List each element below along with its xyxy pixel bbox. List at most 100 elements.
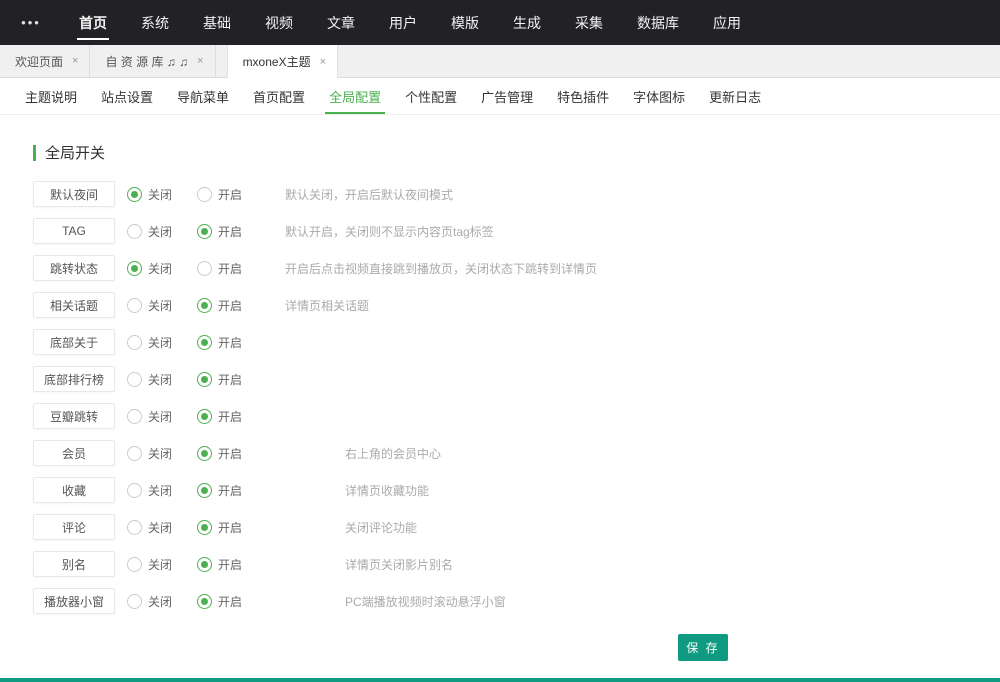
radio-on[interactable]: 开启 (197, 260, 255, 277)
radio-off[interactable]: 关闭 (127, 297, 185, 314)
radio-on-label: 开启 (218, 556, 242, 573)
radio-off[interactable]: 关闭 (127, 408, 185, 425)
radio-on[interactable]: 开启 (197, 186, 255, 203)
top-nav-item-9[interactable]: 数据库 (620, 0, 696, 45)
top-navbar: ••• 首页系统基础视频文章用户模版生成采集数据库应用 (0, 0, 1000, 45)
radio-off[interactable]: 关闭 (127, 260, 185, 277)
top-nav-item-7[interactable]: 生成 (496, 0, 558, 45)
more-menu-icon[interactable]: ••• (0, 0, 62, 45)
setting-label: 豆瓣跳转 (33, 403, 115, 429)
radio-off-circle (127, 594, 142, 609)
radio-off-label: 关闭 (148, 482, 172, 499)
setting-description: PC端播放视频时滚动悬浮小窗 (345, 593, 506, 610)
radio-on-circle (197, 335, 212, 350)
radio-off[interactable]: 关闭 (127, 371, 185, 388)
top-nav: 首页系统基础视频文章用户模版生成采集数据库应用 (62, 0, 758, 45)
radio-off-label: 关闭 (148, 556, 172, 573)
bottom-accent-bar (0, 678, 1000, 682)
setting-row: 豆瓣跳转 关闭 开启 (33, 403, 1000, 429)
radio-on-label: 开启 (218, 223, 242, 240)
radio-on-circle (197, 594, 212, 609)
radio-off-circle (127, 187, 142, 202)
top-nav-item-8[interactable]: 采集 (558, 0, 620, 45)
top-nav-item-0[interactable]: 首页 (62, 0, 124, 45)
subnav-item-1[interactable]: 站点设置 (89, 78, 165, 114)
radio-off-label: 关闭 (148, 223, 172, 240)
subnav-item-4[interactable]: 全局配置 (317, 78, 393, 114)
subnav-item-5[interactable]: 个性配置 (393, 78, 469, 114)
radio-off[interactable]: 关闭 (127, 223, 185, 240)
setting-row: 默认夜间 关闭 开启 默认关闭，开启后默认夜间模式 (33, 181, 1000, 207)
setting-description: 详情页关闭影片别名 (345, 556, 453, 573)
subnav-item-0[interactable]: 主题说明 (13, 78, 89, 114)
radio-off-label: 关闭 (148, 519, 172, 536)
section-accent-bar (33, 145, 36, 161)
radio-off[interactable]: 关闭 (127, 593, 185, 610)
theme-subnav: 主题说明站点设置导航菜单首页配置全局配置个性配置广告管理特色插件字体图标更新日志 (0, 78, 1000, 115)
radio-off[interactable]: 关闭 (127, 186, 185, 203)
radio-off[interactable]: 关闭 (127, 482, 185, 499)
radio-on[interactable]: 开启 (197, 408, 255, 425)
subnav-item-9[interactable]: 更新日志 (697, 78, 773, 114)
top-nav-item-1[interactable]: 系统 (124, 0, 186, 45)
radio-on-label: 开启 (218, 260, 242, 277)
setting-row: TAG关闭开启默认开启，关闭则不显示内容页tag标签 (33, 218, 1000, 244)
top-nav-item-3[interactable]: 视频 (248, 0, 310, 45)
section-header: 全局开关 (33, 142, 1000, 163)
setting-label: 会员 (33, 440, 115, 466)
top-nav-item-6[interactable]: 模版 (434, 0, 496, 45)
radio-on[interactable]: 开启 (197, 371, 255, 388)
subnav-item-6[interactable]: 广告管理 (469, 78, 545, 114)
radio-off-label: 关闭 (148, 408, 172, 425)
setting-description: 默认关闭，开启后默认夜间模式 (285, 186, 453, 203)
top-nav-item-4[interactable]: 文章 (310, 0, 372, 45)
radio-off[interactable]: 关闭 (127, 519, 185, 536)
setting-row: 相关话题关闭开启详情页相关话题 (33, 292, 1000, 318)
radio-on-circle (197, 520, 212, 535)
setting-description: 右上角的会员中心 (345, 445, 441, 462)
settings-rows: 默认夜间关闭开启默认关闭，开启后默认夜间模式TAG关闭开启默认开启，关闭则不显示… (33, 181, 1000, 614)
radio-off[interactable]: 关闭 (127, 556, 185, 573)
radio-on[interactable]: 开启 (197, 593, 255, 610)
top-nav-item-2[interactable]: 基础 (186, 0, 248, 45)
save-button[interactable]: 保 存 (678, 634, 728, 661)
close-tab-icon[interactable]: × (197, 55, 203, 67)
radio-on-circle (197, 372, 212, 387)
subnav-item-3[interactable]: 首页配置 (241, 78, 317, 114)
radio-on[interactable]: 开启 (197, 297, 255, 314)
radio-on-label: 开启 (218, 186, 242, 203)
top-nav-item-10[interactable]: 应用 (696, 0, 758, 45)
radio-on-circle (197, 224, 212, 239)
setting-description: 默认开启，关闭则不显示内容页tag标签 (285, 223, 494, 240)
radio-off-label: 关闭 (148, 186, 172, 203)
setting-row: 底部关于关闭开启 (33, 329, 1000, 355)
close-tab-icon[interactable]: × (320, 56, 326, 68)
radio-on-label: 开启 (218, 519, 242, 536)
setting-description: 关闭评论功能 (345, 519, 417, 536)
radio-on[interactable]: 开启 (197, 223, 255, 240)
top-nav-item-5[interactable]: 用户 (372, 0, 434, 45)
setting-label: 默认夜间 (33, 181, 115, 207)
subnav-item-7[interactable]: 特色插件 (545, 78, 621, 114)
radio-on[interactable]: 开启 (197, 519, 255, 536)
radio-on[interactable]: 开启 (197, 556, 255, 573)
radio-off-label: 关闭 (148, 260, 172, 277)
subnav-item-8[interactable]: 字体图标 (621, 78, 697, 114)
radio-on[interactable]: 开启 (197, 334, 255, 351)
section-title: 全局开关 (45, 142, 105, 163)
subnav-item-2[interactable]: 导航菜单 (165, 78, 241, 114)
close-tab-icon[interactable]: × (72, 55, 78, 67)
open-tab-1[interactable]: 自 资 源 库 ♫ ♫× (90, 45, 215, 77)
open-tab-2[interactable]: mxoneX主题× (227, 45, 338, 78)
setting-row: 收藏关闭开启详情页收藏功能 (33, 477, 1000, 503)
tab-bar: 欢迎页面×自 资 源 库 ♫ ♫× mxoneX主题× (0, 45, 1000, 78)
radio-off[interactable]: 关闭 (127, 334, 185, 351)
setting-label: 别名 (33, 551, 115, 577)
radio-off-circle (127, 520, 142, 535)
radio-on[interactable]: 开启 (197, 482, 255, 499)
radio-off[interactable]: 关闭 (127, 445, 185, 462)
open-tab-0[interactable]: 欢迎页面× (0, 45, 90, 77)
radio-on[interactable]: 开启 (197, 445, 255, 462)
radio-off-label: 关闭 (148, 371, 172, 388)
radio-off-label: 关闭 (148, 593, 172, 610)
